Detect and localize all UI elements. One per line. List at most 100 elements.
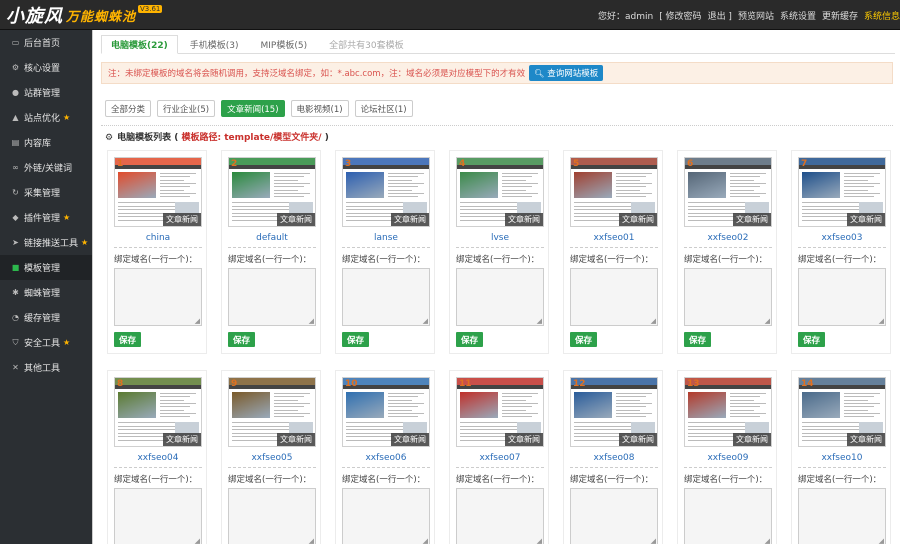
bind-domain-textarea[interactable]: ◢ (114, 488, 202, 544)
tab[interactable]: 手机模板(3) (180, 35, 249, 53)
sidebar-item[interactable]: ● 站群管理 (0, 80, 92, 105)
bind-domain-textarea[interactable]: ◢ (342, 268, 430, 326)
logout-link[interactable]: 退出 ] (708, 9, 732, 22)
sidebar-item[interactable]: ✕ 其他工具 (0, 355, 92, 380)
bind-domain-textarea[interactable]: ◢ (798, 488, 886, 544)
template-name[interactable]: xxfseo03 (792, 233, 892, 243)
resize-handle-icon[interactable]: ◢ (309, 318, 314, 325)
sidebar-item[interactable]: ▤ 内容库 (0, 130, 92, 155)
template-name[interactable]: china (108, 233, 208, 243)
sidebar-item[interactable]: ⚙ 核心设置 (0, 55, 92, 80)
template-name[interactable]: xxfseo08 (564, 453, 664, 463)
preview-site-link[interactable]: 预览网站 (738, 9, 774, 22)
tab[interactable]: MIP模板(5) (251, 35, 318, 53)
category-filter-button[interactable]: 行业企业(5) (157, 100, 216, 117)
resize-handle-icon[interactable]: ◢ (879, 318, 884, 325)
sidebar-item[interactable]: ✱ 蜘蛛管理 (0, 280, 92, 305)
save-button[interactable]: 保存 (798, 332, 826, 347)
resize-handle-icon[interactable]: ◢ (879, 538, 884, 544)
template-name[interactable]: xxfseo06 (336, 453, 436, 463)
bind-domain-textarea[interactable]: ◢ (114, 268, 202, 326)
sidebar-item[interactable]: ⛉ 安全工具 ★ (0, 330, 92, 355)
refresh-cache-link[interactable]: 更新缓存 (822, 9, 858, 22)
sidebar-item[interactable]: ➤ 链接推送工具 ★ (0, 230, 92, 255)
resize-handle-icon[interactable]: ◢ (765, 538, 770, 544)
bind-domain-textarea[interactable]: ◢ (798, 268, 886, 326)
resize-handle-icon[interactable]: ◢ (537, 318, 542, 325)
template-thumbnail[interactable]: 7 文章新闻 (798, 157, 886, 227)
bind-domain-textarea[interactable]: ◢ (456, 268, 544, 326)
template-name[interactable]: xxfseo05 (222, 453, 322, 463)
resize-handle-icon[interactable]: ◢ (309, 538, 314, 544)
template-thumbnail[interactable]: 14 文章新闻 (798, 377, 886, 447)
template-name[interactable]: lvse (450, 233, 550, 243)
system-info-link[interactable]: 系统信息 (864, 9, 900, 22)
bind-domain-label: 绑定域名(一行一个)： (228, 255, 312, 265)
template-thumbnail[interactable]: 3 文章新闻 (342, 157, 430, 227)
sidebar-item[interactable]: ▭ 后台首页 (0, 30, 92, 55)
template-thumbnail[interactable]: 2 文章新闻 (228, 157, 316, 227)
template-name[interactable]: xxfseo10 (792, 453, 892, 463)
bind-domain-textarea[interactable]: ◢ (570, 268, 658, 326)
template-name[interactable]: xxfseo04 (108, 453, 208, 463)
system-settings-link[interactable]: 系统设置 (780, 9, 816, 22)
template-name[interactable]: lanse (336, 233, 436, 243)
template-thumbnail[interactable]: 11 文章新闻 (456, 377, 544, 447)
template-thumbnail[interactable]: 4 文章新闻 (456, 157, 544, 227)
save-button[interactable]: 保存 (570, 332, 598, 347)
category-filter-button[interactable]: 全部分类 (105, 100, 152, 117)
tab[interactable]: 电脑模板(22) (101, 35, 178, 54)
change-password-link[interactable]: [ 修改密码 (659, 9, 701, 22)
bind-domain-textarea[interactable]: ◢ (228, 268, 316, 326)
resize-handle-icon[interactable]: ◢ (195, 538, 200, 544)
category-filter-button[interactable]: 论坛社区(1) (354, 100, 413, 117)
preview-graphic (274, 173, 310, 174)
template-card: 4 文章新闻 lvse 绑定域名(一行一个)： ◢ 保存 (449, 150, 549, 354)
save-button[interactable]: 保存 (684, 332, 712, 347)
preview-graphic (616, 399, 640, 401)
sidebar-item[interactable]: ∞ 外链/关键词 (0, 155, 92, 180)
template-thumbnail[interactable]: 5 文章新闻 (570, 157, 658, 227)
resize-handle-icon[interactable]: ◢ (423, 318, 428, 325)
template-thumbnail[interactable]: 6 文章新闻 (684, 157, 772, 227)
template-thumbnail[interactable]: 13 文章新闻 (684, 377, 772, 447)
resize-handle-icon[interactable]: ◢ (195, 318, 200, 325)
bind-domain-textarea[interactable]: ◢ (684, 488, 772, 544)
save-button[interactable]: 保存 (114, 332, 142, 347)
template-thumbnail[interactable]: 1 文章新闻 (114, 157, 202, 227)
sidebar-item[interactable]: ◆ 插件管理 ★ (0, 205, 92, 230)
resize-handle-icon[interactable]: ◢ (537, 538, 542, 544)
template-thumbnail[interactable]: 12 文章新闻 (570, 377, 658, 447)
sidebar-item[interactable]: ▲ 站点优化 ★ (0, 105, 92, 130)
sidebar-item[interactable]: ◔ 缓存管理 (0, 305, 92, 330)
resize-handle-icon[interactable]: ◢ (651, 538, 656, 544)
template-thumbnail[interactable]: 9 文章新闻 (228, 377, 316, 447)
resize-handle-icon[interactable]: ◢ (651, 318, 656, 325)
preview-graphic (115, 385, 201, 389)
bind-domain-textarea[interactable]: ◢ (570, 488, 658, 544)
bind-domain-textarea[interactable]: ◢ (228, 488, 316, 544)
template-name[interactable]: xxfseo09 (678, 453, 778, 463)
save-button[interactable]: 保存 (342, 332, 370, 347)
template-name[interactable]: xxfseo02 (678, 233, 778, 243)
template-thumbnail[interactable]: 8 文章新闻 (114, 377, 202, 447)
template-thumbnail[interactable]: 10 文章新闻 (342, 377, 430, 447)
resize-handle-icon[interactable]: ◢ (423, 538, 428, 544)
query-site-template-button[interactable]: 🔍︎ 查询网站模板 (529, 65, 604, 81)
logo[interactable]: 小旋风 万能蜘蛛池 V3.61 (6, 4, 163, 27)
category-filter-button[interactable]: 电影视频(1) (290, 100, 349, 117)
template-name[interactable]: xxfseo07 (450, 453, 550, 463)
template-name[interactable]: default (222, 233, 322, 243)
category-filter-button[interactable]: 文章新闻(15) (221, 100, 285, 117)
bind-domain-textarea[interactable]: ◢ (342, 488, 430, 544)
sidebar-item[interactable]: ↻ 采集管理 (0, 180, 92, 205)
resize-handle-icon[interactable]: ◢ (765, 318, 770, 325)
bind-domain-textarea[interactable]: ◢ (456, 488, 544, 544)
preview-graphic (730, 179, 754, 181)
sidebar-item[interactable]: ■ 模板管理 (0, 255, 92, 280)
save-button[interactable]: 保存 (456, 332, 484, 347)
bind-domain-textarea[interactable]: ◢ (684, 268, 772, 326)
template-name[interactable]: xxfseo01 (564, 233, 664, 243)
category-badge: 文章新闻 (847, 213, 885, 226)
save-button[interactable]: 保存 (228, 332, 256, 347)
